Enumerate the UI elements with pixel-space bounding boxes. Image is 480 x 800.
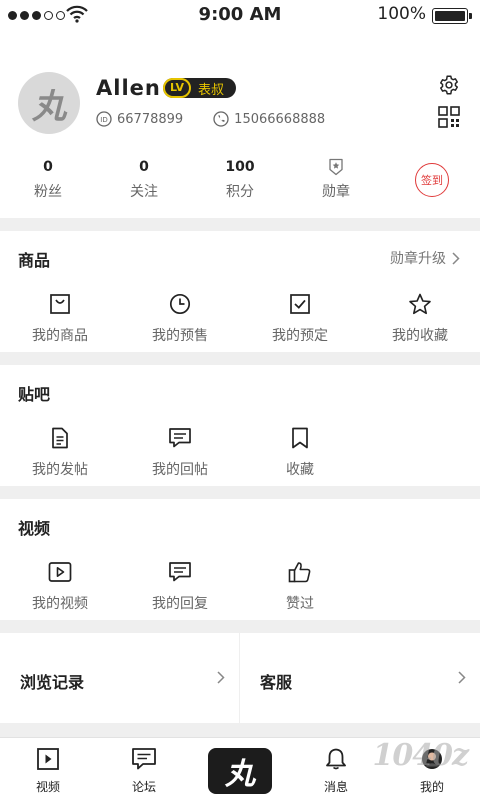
video-section: 视频 我的视频 我的回复 赞过 [0, 499, 480, 620]
forum-tab-icon [132, 748, 156, 770]
stat-following-label: 关注 [130, 184, 158, 200]
checkin-label: 签到 [421, 174, 443, 187]
stat-points[interactable]: 100 积分 [192, 158, 288, 201]
thumbs-up-icon [288, 562, 311, 583]
tab-home-logo[interactable]: 丸 [208, 748, 272, 794]
forum-section: 贴吧 我的发帖 我的回帖 收藏 [0, 365, 480, 486]
stats-row: 0 粉丝 0 关注 100 积分 勋章 签到 [0, 158, 480, 204]
my-posts-label: 我的发帖 [32, 462, 88, 478]
profile-header: 丸 Allen LV 表叔 ID 66778899 15066668888 0 … [0, 30, 480, 218]
chevron-right-icon [452, 251, 460, 265]
medal-icon [329, 158, 343, 176]
clock-icon [169, 293, 191, 315]
tab-messages-label: 消息 [323, 780, 348, 794]
logo-tab-icon: 丸 [225, 757, 255, 792]
forum-favorites-item[interactable]: 收藏 [240, 425, 360, 479]
customer-service-button[interactable]: 客服 [240, 633, 480, 723]
avatar-logo: 丸 [32, 86, 66, 127]
bag-icon [50, 294, 70, 314]
phone-number: 15066668888 [234, 111, 326, 127]
my-replies-item[interactable]: 我的回帖 [120, 425, 240, 479]
star-icon [409, 293, 431, 315]
checkin-button[interactable]: 签到 [415, 163, 449, 197]
status-bar: 9:00 AM 100% [0, 0, 480, 30]
stat-following-value: 0 [139, 159, 149, 175]
tab-video[interactable]: 视频 [0, 738, 96, 800]
forum-title: 贴吧 [18, 385, 51, 404]
liked-label: 赞过 [286, 596, 314, 612]
stat-points-value: 100 [225, 159, 255, 175]
phone-icon [213, 111, 229, 127]
stat-points-label: 积分 [226, 184, 254, 200]
medal-upgrade-link[interactable]: 勋章升级 [390, 248, 460, 268]
medal-upgrade-label: 勋章升级 [390, 251, 446, 267]
my-replies-label: 我的回帖 [152, 462, 208, 478]
level-tag: LV [163, 78, 192, 98]
qr-code-button[interactable] [438, 106, 460, 132]
my-goods-label: 我的商品 [32, 328, 88, 344]
settings-button[interactable] [438, 74, 460, 100]
stat-medals[interactable]: 勋章 [288, 158, 384, 201]
user-id: 66778899 [117, 111, 184, 127]
video-title: 视频 [18, 519, 51, 538]
document-icon [52, 427, 68, 449]
my-presale-item[interactable]: 我的预售 [120, 291, 240, 345]
tab-messages[interactable]: 消息 [288, 738, 384, 800]
stat-fans-value: 0 [43, 159, 53, 175]
stat-fans[interactable]: 0 粉丝 [0, 158, 96, 201]
goods-section: 商品 勋章升级 我的商品 我的预售 我的预定 我的收藏 [0, 231, 480, 352]
username: Allen [96, 76, 161, 100]
play-icon [48, 562, 72, 582]
chevron-right-icon [217, 671, 225, 684]
my-presale-label: 我的预售 [152, 328, 208, 344]
my-video-replies-label: 我的回复 [152, 596, 208, 612]
gear-icon [440, 75, 458, 95]
account-info: ID 66778899 15066668888 [96, 111, 355, 127]
level-badge: LV 表叔 [163, 78, 237, 98]
stat-medals-label: 勋章 [322, 184, 350, 200]
my-favorites-item[interactable]: 我的收藏 [360, 291, 480, 345]
comment-icon [169, 562, 191, 582]
chevron-right-icon [458, 671, 466, 684]
tab-video-label: 视频 [35, 780, 60, 794]
my-reservation-item[interactable]: 我的预定 [240, 291, 360, 345]
customer-service-label: 客服 [260, 673, 293, 692]
forum-favorites-label: 收藏 [286, 462, 314, 478]
svg-text:ID: ID [100, 116, 107, 124]
battery-icon [432, 8, 472, 24]
tab-forum[interactable]: 论坛 [96, 738, 192, 800]
my-reservation-label: 我的预定 [272, 328, 328, 344]
my-videos-label: 我的视频 [32, 596, 88, 612]
battery-percentage: 100% [377, 4, 426, 24]
comment-icon [169, 428, 191, 448]
level-title: 表叔 [198, 82, 225, 98]
qr-code-icon [438, 106, 460, 128]
my-videos-item[interactable]: 我的视频 [0, 559, 120, 613]
my-favorites-label: 我的收藏 [392, 328, 448, 344]
checkbox-icon [290, 294, 310, 314]
video-tab-icon [37, 748, 59, 770]
id-icon: ID [96, 111, 112, 127]
avatar[interactable]: 丸 [18, 72, 80, 134]
stat-fans-label: 粉丝 [34, 184, 62, 200]
my-goods-item[interactable]: 我的商品 [0, 291, 120, 345]
stat-following[interactable]: 0 关注 [96, 158, 192, 201]
browse-history-label: 浏览记录 [20, 673, 85, 692]
watermark: 1040z [372, 738, 469, 773]
tab-me-label: 我的 [419, 780, 444, 794]
bell-icon [326, 748, 346, 770]
my-posts-item[interactable]: 我的发帖 [0, 425, 120, 479]
bookmark-icon [292, 427, 308, 449]
browse-history-button[interactable]: 浏览记录 [0, 633, 239, 723]
tab-forum-label: 论坛 [131, 780, 156, 794]
goods-title: 商品 [18, 251, 51, 270]
liked-item[interactable]: 赞过 [240, 559, 360, 613]
my-video-replies-item[interactable]: 我的回复 [120, 559, 240, 613]
